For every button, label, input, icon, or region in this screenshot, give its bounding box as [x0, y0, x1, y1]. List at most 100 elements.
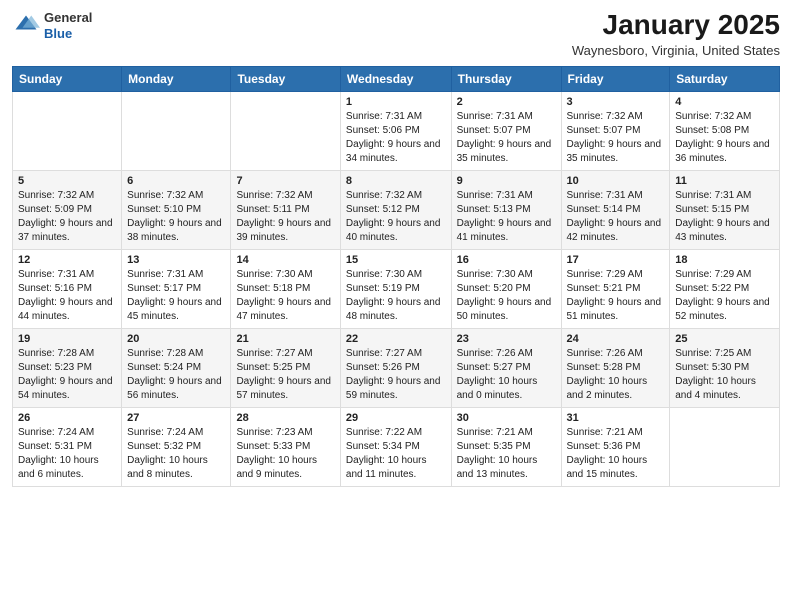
day-number: 1	[346, 96, 446, 108]
day-detail: Sunrise: 7:21 AMSunset: 5:36 PMDaylight:…	[567, 426, 665, 482]
day-detail: Sunrise: 7:27 AMSunset: 5:25 PMDaylight:…	[236, 347, 334, 403]
th-thursday: Thursday	[451, 66, 561, 91]
day-detail: Sunrise: 7:31 AMSunset: 5:07 PMDaylight:…	[457, 110, 556, 166]
day-number: 4	[675, 96, 774, 108]
calendar-week-1: 1Sunrise: 7:31 AMSunset: 5:06 PMDaylight…	[13, 91, 780, 170]
calendar-cell: 5 Sunrise: 7:32 AMSunset: 5:09 PMDaylight…	[13, 170, 122, 249]
calendar-cell: 28 Sunrise: 7:23 AMSunset: 5:33 PMDayligh…	[231, 407, 340, 486]
calendar-cell: 24Sunrise: 7:26 AMSunset: 5:28 PMDayligh…	[561, 328, 670, 407]
day-detail: Sunrise: 7:32 AMSunset: 5:08 PMDaylight:…	[675, 110, 774, 166]
calendar-subtitle: Waynesboro, Virginia, United States	[572, 43, 780, 58]
calendar-cell: 26Sunrise: 7:24 AMSunset: 5:31 PMDayligh…	[13, 407, 122, 486]
th-friday: Friday	[561, 66, 670, 91]
calendar-cell	[231, 91, 340, 170]
calendar-cell: 3 Sunrise: 7:32 AMSunset: 5:07 PMDaylight…	[561, 91, 670, 170]
calendar-cell: 12Sunrise: 7:31 AMSunset: 5:16 PMDayligh…	[13, 249, 122, 328]
calendar-week-4: 19 Sunrise: 7:28 AMSunset: 5:23 PMDayligh…	[13, 328, 780, 407]
day-detail: Sunrise: 7:21 AMSunset: 5:35 PMDaylight:…	[457, 426, 556, 482]
day-number: 14	[236, 254, 334, 266]
calendar-week-3: 12Sunrise: 7:31 AMSunset: 5:16 PMDayligh…	[13, 249, 780, 328]
day-number: 19	[18, 333, 116, 345]
day-detail: Sunrise: 7:32 AMSunset: 5:07 PMDaylight:…	[567, 110, 665, 166]
day-detail: Sunrise: 7:29 AMSunset: 5:22 PMDaylight:…	[675, 268, 774, 324]
day-number: 3	[567, 96, 665, 108]
calendar-cell	[670, 407, 780, 486]
day-number: 18	[675, 254, 774, 266]
day-number: 7	[236, 175, 334, 187]
th-wednesday: Wednesday	[340, 66, 451, 91]
day-number: 31	[567, 412, 665, 424]
day-number: 17	[567, 254, 665, 266]
calendar-cell: 6 Sunrise: 7:32 AMSunset: 5:10 PMDaylight…	[122, 170, 231, 249]
day-detail: Sunrise: 7:32 AMSunset: 5:09 PMDaylight:…	[18, 189, 116, 245]
day-detail: Sunrise: 7:32 AMSunset: 5:11 PMDaylight:…	[236, 189, 334, 245]
calendar-cell: 17 Sunrise: 7:29 AMSunset: 5:21 PMDayligh…	[561, 249, 670, 328]
day-detail: Sunrise: 7:31 AMSunset: 5:13 PMDaylight:…	[457, 189, 556, 245]
calendar-cell	[122, 91, 231, 170]
day-number: 13	[127, 254, 225, 266]
day-detail: Sunrise: 7:32 AMSunset: 5:12 PMDaylight:…	[346, 189, 446, 245]
day-detail: Sunrise: 7:23 AMSunset: 5:33 PMDaylight:…	[236, 426, 334, 482]
calendar-cell: 7 Sunrise: 7:32 AMSunset: 5:11 PMDaylight…	[231, 170, 340, 249]
day-number: 5	[18, 175, 116, 187]
day-detail: Sunrise: 7:25 AMSunset: 5:30 PMDaylight:…	[675, 347, 774, 403]
header-row: Sunday Monday Tuesday Wednesday Thursday…	[13, 66, 780, 91]
calendar-cell: 11 Sunrise: 7:31 AMSunset: 5:15 PMDayligh…	[670, 170, 780, 249]
calendar-cell: 20 Sunrise: 7:28 AMSunset: 5:24 PMDayligh…	[122, 328, 231, 407]
day-detail: Sunrise: 7:28 AMSunset: 5:24 PMDaylight:…	[127, 347, 225, 403]
calendar-week-5: 26Sunrise: 7:24 AMSunset: 5:31 PMDayligh…	[13, 407, 780, 486]
th-monday: Monday	[122, 66, 231, 91]
day-number: 6	[127, 175, 225, 187]
day-number: 22	[346, 333, 446, 345]
calendar-cell: 19 Sunrise: 7:28 AMSunset: 5:23 PMDayligh…	[13, 328, 122, 407]
logo-icon	[12, 12, 40, 40]
calendar-cell: 27Sunrise: 7:24 AMSunset: 5:32 PMDayligh…	[122, 407, 231, 486]
calendar-table: Sunday Monday Tuesday Wednesday Thursday…	[12, 66, 780, 487]
th-tuesday: Tuesday	[231, 66, 340, 91]
calendar-cell: 16Sunrise: 7:30 AMSunset: 5:20 PMDayligh…	[451, 249, 561, 328]
day-detail: Sunrise: 7:31 AMSunset: 5:14 PMDaylight:…	[567, 189, 665, 245]
day-detail: Sunrise: 7:30 AMSunset: 5:18 PMDaylight:…	[236, 268, 334, 324]
calendar-cell: 25 Sunrise: 7:25 AMSunset: 5:30 PMDayligh…	[670, 328, 780, 407]
day-number: 15	[346, 254, 446, 266]
logo-text: General Blue	[44, 10, 92, 41]
logo-blue: Blue	[44, 26, 92, 42]
day-detail: Sunrise: 7:26 AMSunset: 5:28 PMDaylight:…	[567, 347, 665, 403]
day-detail: Sunrise: 7:30 AMSunset: 5:19 PMDaylight:…	[346, 268, 446, 324]
calendar-cell: 22 Sunrise: 7:27 AMSunset: 5:26 PMDayligh…	[340, 328, 451, 407]
calendar-cell	[13, 91, 122, 170]
day-number: 11	[675, 175, 774, 187]
day-detail: Sunrise: 7:27 AMSunset: 5:26 PMDaylight:…	[346, 347, 446, 403]
day-detail: Sunrise: 7:28 AMSunset: 5:23 PMDaylight:…	[18, 347, 116, 403]
calendar-cell: 18 Sunrise: 7:29 AMSunset: 5:22 PMDayligh…	[670, 249, 780, 328]
calendar-cell: 1Sunrise: 7:31 AMSunset: 5:06 PMDaylight…	[340, 91, 451, 170]
calendar-cell: 30 Sunrise: 7:21 AMSunset: 5:35 PMDayligh…	[451, 407, 561, 486]
day-number: 8	[346, 175, 446, 187]
day-number: 30	[457, 412, 556, 424]
calendar-title: January 2025	[572, 10, 780, 41]
calendar-cell: 14 Sunrise: 7:30 AMSunset: 5:18 PMDayligh…	[231, 249, 340, 328]
day-number: 28	[236, 412, 334, 424]
day-detail: Sunrise: 7:24 AMSunset: 5:31 PMDaylight:…	[18, 426, 116, 482]
calendar-cell: 15 Sunrise: 7:30 AMSunset: 5:19 PMDayligh…	[340, 249, 451, 328]
day-number: 10	[567, 175, 665, 187]
logo-general: General	[44, 10, 92, 26]
calendar-cell: 2Sunrise: 7:31 AMSunset: 5:07 PMDaylight…	[451, 91, 561, 170]
day-number: 20	[127, 333, 225, 345]
day-detail: Sunrise: 7:32 AMSunset: 5:10 PMDaylight:…	[127, 189, 225, 245]
header: General Blue January 2025 Waynesboro, Vi…	[12, 10, 780, 58]
day-detail: Sunrise: 7:31 AMSunset: 5:16 PMDaylight:…	[18, 268, 116, 324]
th-sunday: Sunday	[13, 66, 122, 91]
day-detail: Sunrise: 7:31 AMSunset: 5:15 PMDaylight:…	[675, 189, 774, 245]
day-detail: Sunrise: 7:29 AMSunset: 5:21 PMDaylight:…	[567, 268, 665, 324]
calendar-cell: 29 Sunrise: 7:22 AMSunset: 5:34 PMDayligh…	[340, 407, 451, 486]
day-number: 23	[457, 333, 556, 345]
calendar-cell: 31 Sunrise: 7:21 AMSunset: 5:36 PMDayligh…	[561, 407, 670, 486]
calendar-cell: 23Sunrise: 7:26 AMSunset: 5:27 PMDayligh…	[451, 328, 561, 407]
day-detail: Sunrise: 7:22 AMSunset: 5:34 PMDaylight:…	[346, 426, 446, 482]
day-number: 9	[457, 175, 556, 187]
day-number: 29	[346, 412, 446, 424]
day-number: 27	[127, 412, 225, 424]
day-number: 25	[675, 333, 774, 345]
th-saturday: Saturday	[670, 66, 780, 91]
